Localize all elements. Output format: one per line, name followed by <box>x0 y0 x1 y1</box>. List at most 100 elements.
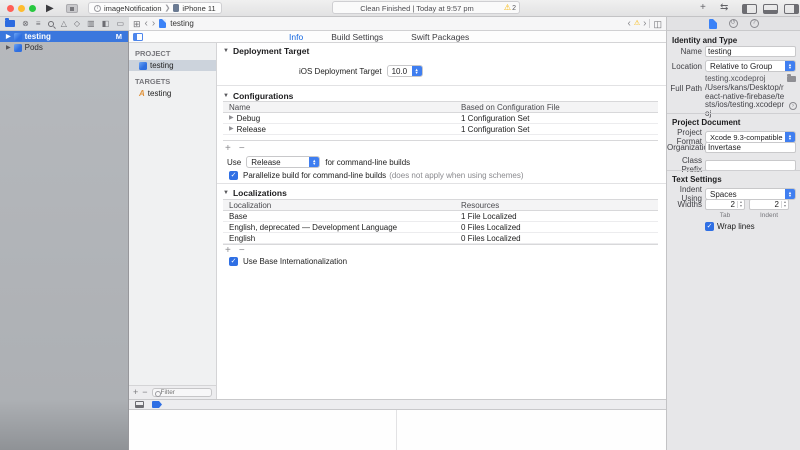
warning-icon: ⚠ <box>504 4 511 12</box>
navigator-item-pods[interactable]: ▶ Pods <box>0 42 128 53</box>
configurations-section-header[interactable]: ▼ Configurations <box>223 91 293 101</box>
project-navigator-tab-icon[interactable] <box>5 20 15 27</box>
sidebar-item-project-testing[interactable]: testing <box>129 60 216 71</box>
column-header-localization[interactable]: Localization <box>223 201 461 210</box>
previous-issue-button[interactable]: ‹ <box>628 19 631 29</box>
disclosure-icon[interactable]: ▶ <box>6 34 11 40</box>
add-button[interactable]: + <box>133 388 138 397</box>
base-internationalization-checkbox[interactable]: ✓ <box>229 257 238 266</box>
section-disclosure-icon[interactable]: ▼ <box>223 48 229 54</box>
stop-button[interactable] <box>66 4 78 13</box>
table-row-english[interactable]: English 0 Files Localized <box>223 233 658 244</box>
ios-deployment-target-dropdown[interactable]: 10.0 ▲▼ <box>387 65 423 77</box>
table-row-english-deprecated[interactable]: English, deprecated — Development Langua… <box>223 222 658 233</box>
find-navigator-tab-icon[interactable] <box>48 21 54 27</box>
row-disclosure-icon[interactable]: ▶ <box>229 126 234 132</box>
back-button[interactable]: ‹ <box>145 19 148 29</box>
remove-configuration-button[interactable]: − <box>239 144 245 153</box>
symbol-navigator-tab-icon[interactable]: ≡ <box>36 19 41 29</box>
file-inspector-tab-icon[interactable] <box>709 19 717 29</box>
add-localization-button[interactable]: + <box>225 246 231 255</box>
navigator-item-testing[interactable]: ▶ testing M <box>0 31 128 42</box>
class-prefix-input[interactable] <box>708 161 793 170</box>
disclosure-icon[interactable]: ▶ <box>6 45 11 51</box>
xcodeproj-icon <box>139 62 147 70</box>
folder-icon[interactable] <box>787 76 796 82</box>
debug-area-toggle-button[interactable] <box>763 4 778 14</box>
table-row-release[interactable]: ▶Release 1 Configuration Set <box>223 124 658 135</box>
class-prefix-row: Class Prefix <box>667 156 800 174</box>
jumpbar-divider <box>649 19 650 28</box>
reveal-in-finder-icon[interactable]: › <box>789 102 797 110</box>
debug-area-collapse-icon[interactable] <box>135 401 144 408</box>
warning-badge[interactable]: ⚠ 2 <box>504 4 516 12</box>
jumpbar-file-name[interactable]: testing <box>170 19 194 28</box>
breakpoints-toggle-button[interactable] <box>152 401 162 408</box>
stepper-icon: ▲▼ <box>737 201 744 208</box>
wrap-lines-checkbox[interactable]: ✓ <box>705 222 714 231</box>
window-close-button[interactable] <box>7 5 14 12</box>
editor-layout-button[interactable]: ◫ <box>653 19 662 29</box>
name-input[interactable] <box>708 47 793 56</box>
location-dropdown[interactable]: Relative to Group ▲▼ <box>705 60 796 72</box>
issue-navigator-tab-icon[interactable]: △ <box>61 19 67 29</box>
navigator-toggle-button[interactable] <box>742 4 757 14</box>
indent-width-stepper[interactable]: 2 ▲▼ <box>749 199 789 210</box>
column-header-name[interactable]: Name <box>223 103 461 112</box>
device-icon <box>173 4 179 12</box>
tab-width-stepper[interactable]: 2 ▲▼ <box>705 199 745 210</box>
window-minimize-button[interactable] <box>18 5 25 12</box>
filter-input[interactable] <box>161 389 209 396</box>
quick-help-inspector-tab-icon[interactable]: ? <box>750 19 759 28</box>
section-disclosure-icon[interactable]: ▼ <box>223 190 229 196</box>
next-issue-button[interactable]: › <box>643 19 646 29</box>
section-disclosure-icon[interactable]: ▼ <box>223 93 229 99</box>
column-header-resources[interactable]: Resources <box>461 201 658 210</box>
project-section-header: PROJECT <box>129 43 216 60</box>
command-line-config-dropdown[interactable]: Release ▲▼ <box>246 156 320 168</box>
code-review-button[interactable]: ⇆ <box>720 3 728 13</box>
console-split-divider[interactable] <box>396 410 397 450</box>
organization-row: Organization <box>667 142 800 153</box>
organization-label: Organization <box>667 143 705 152</box>
build-status-text: Clean Finished | Today at 9:57 pm <box>333 4 501 13</box>
use-suffix-label: for command-line builds <box>325 158 410 167</box>
tab-swift-packages[interactable]: Swift Packages <box>411 32 469 42</box>
sidebar-toggle-button[interactable] <box>133 33 143 41</box>
forward-button[interactable]: › <box>152 19 155 29</box>
organization-input[interactable] <box>708 143 793 152</box>
section-title: Localizations <box>233 188 287 198</box>
file-name-row: testing.xcodeproj <box>667 74 800 83</box>
history-inspector-tab-icon[interactable]: ↺ <box>729 19 738 28</box>
source-control-navigator-tab-icon[interactable]: ⊗ <box>22 19 29 29</box>
deployment-target-section-header[interactable]: ▼ Deployment Target <box>223 46 309 56</box>
breakpoint-navigator-tab-icon[interactable]: ◧ <box>102 19 110 29</box>
remove-button[interactable]: − <box>142 388 147 397</box>
tab-build-settings[interactable]: Build Settings <box>331 32 383 42</box>
library-button[interactable]: + <box>700 3 706 13</box>
inspector-toggle-button[interactable] <box>784 4 799 14</box>
related-items-icon[interactable]: ⊞ <box>133 19 141 29</box>
table-row-debug[interactable]: ▶Debug 1 Configuration Set <box>223 113 658 124</box>
tab-info[interactable]: Info <box>289 32 303 42</box>
window-zoom-button[interactable] <box>29 5 36 12</box>
wrap-lines-label: Wrap lines <box>717 222 755 231</box>
test-navigator-tab-icon[interactable]: ◇ <box>74 19 80 29</box>
table-header-row: Localization Resources <box>223 200 658 211</box>
row-disclosure-icon[interactable]: ▶ <box>229 115 234 121</box>
report-navigator-tab-icon[interactable]: ▭ <box>116 19 124 29</box>
debug-navigator-tab-icon[interactable]: ▥ <box>87 19 95 29</box>
class-prefix-field <box>705 160 796 171</box>
remove-localization-button[interactable]: − <box>239 246 245 255</box>
run-button[interactable]: ▶ <box>46 3 54 14</box>
add-configuration-button[interactable]: + <box>225 144 231 153</box>
column-header-file[interactable]: Based on Configuration File <box>461 103 658 112</box>
localization-resources: 1 File Localized <box>461 212 658 221</box>
table-row-base[interactable]: Base 1 File Localized <box>223 211 658 222</box>
scheme-selector[interactable]: i imageNotification ❯ iPhone 11 <box>88 2 222 14</box>
parallelize-checkbox[interactable]: ✓ <box>229 171 238 180</box>
localizations-section-header[interactable]: ▼ Localizations <box>223 188 287 198</box>
sidebar-item-target-testing[interactable]: A testing <box>129 88 216 99</box>
navigator-item-label: testing <box>25 32 51 41</box>
jumpbar-warning-icon[interactable]: ⚠ <box>634 20 640 28</box>
